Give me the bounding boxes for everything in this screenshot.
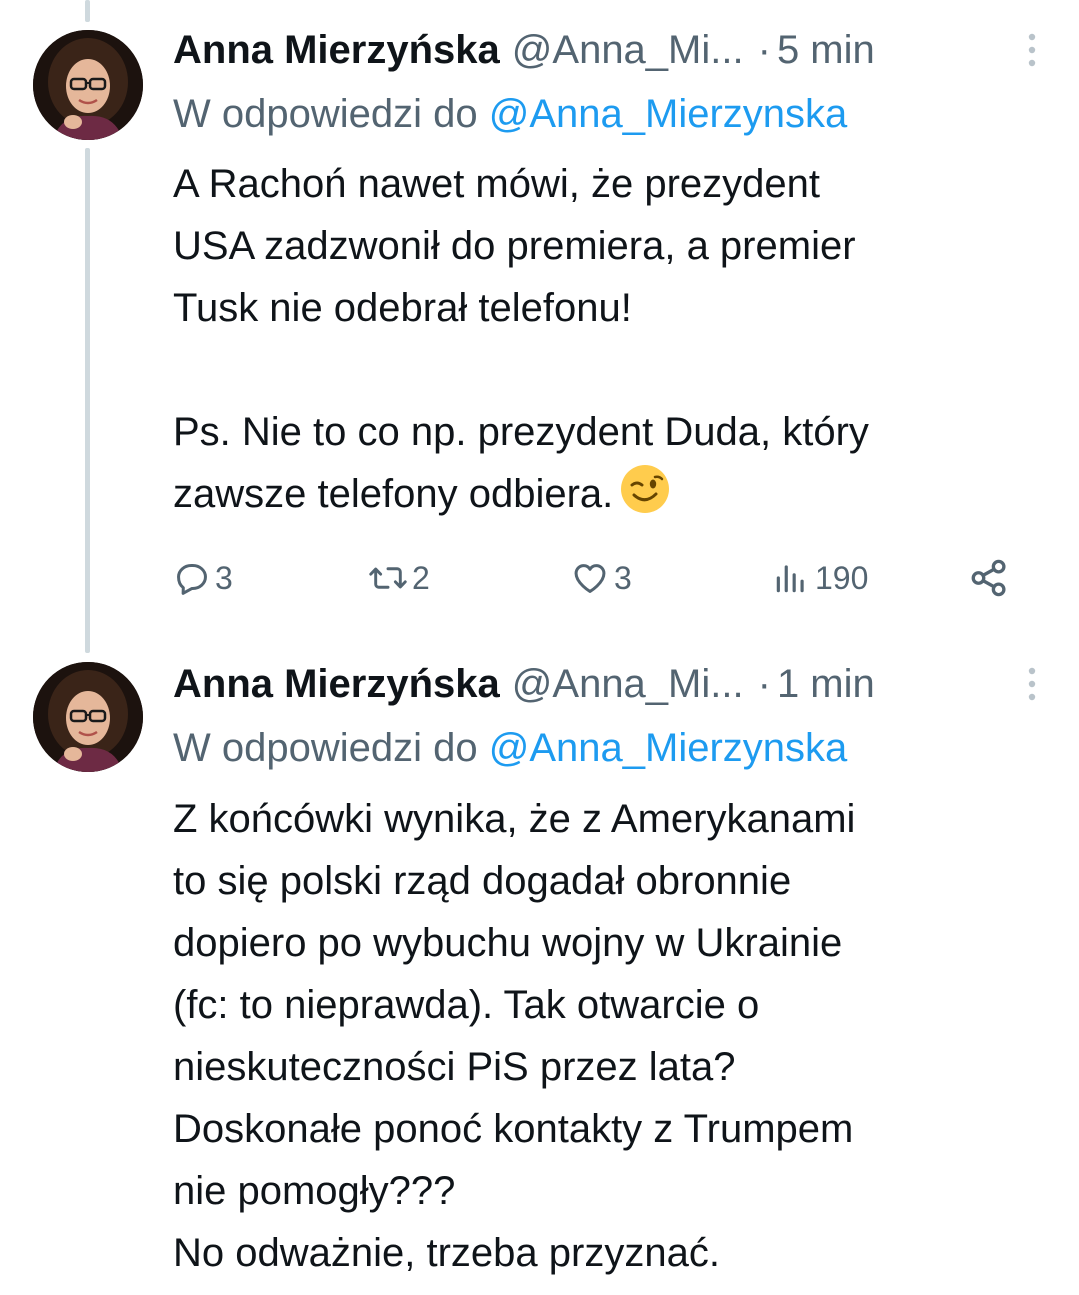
reply-mention-link[interactable]: @Anna_Mierzynska	[489, 726, 848, 770]
tweet-text-line: to się polski rząd dogadał obronnie	[173, 859, 792, 903]
author-name[interactable]: Anna Mierzyńska	[173, 662, 500, 707]
like-count: 3	[614, 559, 632, 596]
separator-dot: ·	[757, 661, 771, 706]
tweet-1[interactable]: Anna Mierzyńska @Anna_Mi... · 5 min W od…	[0, 0, 1079, 650]
timestamp[interactable]: 1 min	[777, 662, 875, 707]
vertical-dots-icon[interactable]	[1017, 22, 1047, 78]
reply-mention-link[interactable]: @Anna_Mierzynska	[489, 92, 848, 136]
tweet-text-line: No odważnie, trzeba przyznać.	[173, 1231, 720, 1275]
share-nodes-icon	[971, 559, 1006, 597]
tweet-text-line: nie pomogły???	[173, 1169, 456, 1213]
views-count: 190	[815, 559, 869, 596]
author-handle[interactable]: @Anna_Mi...	[512, 662, 744, 707]
author-name[interactable]: Anna Mierzyńska	[173, 28, 500, 73]
separator-dot: ·	[757, 27, 771, 72]
tweet-text-blank-line	[173, 339, 1043, 401]
tweet-body: A Rachoń nawet mówi, że prezydent USA za…	[173, 153, 1043, 533]
avatar[interactable]	[33, 662, 143, 772]
timestamp[interactable]: 5 min	[777, 28, 875, 73]
bar-chart-icon	[776, 565, 804, 593]
repost-button[interactable]: 2	[368, 550, 430, 606]
reply-prefix: W odpowiedzi do	[173, 726, 478, 770]
tweet-2[interactable]: Anna Mierzyńska @Anna_Mi... · 1 min W od…	[0, 650, 1079, 1295]
tweet-header: Anna Mierzyńska @Anna_Mi... · 5 min	[173, 22, 1059, 78]
tweet-text-line: USA zadzwonił do premiera, a premier	[173, 224, 856, 268]
views-button[interactable]: 190	[771, 550, 868, 606]
reply-prefix: W odpowiedzi do	[173, 92, 478, 136]
winking-face-emoji-icon	[619, 463, 671, 533]
heart-icon	[574, 564, 606, 593]
like-button[interactable]: 3	[570, 550, 632, 606]
reply-button[interactable]: 3	[173, 550, 233, 606]
tweet-text-line-with-emoji: zawsze telefony odbiera.	[173, 463, 1043, 533]
reply-context: W odpowiedzi do @Anna_Mierzynska	[173, 92, 847, 137]
avatar[interactable]	[33, 30, 143, 140]
reply-context: W odpowiedzi do @Anna_Mierzynska	[173, 726, 847, 771]
tweet-text-line: Tusk nie odebrał telefonu!	[173, 286, 632, 330]
vertical-dots-icon[interactable]	[1017, 656, 1047, 712]
speech-bubble-icon	[177, 563, 207, 595]
tweet-text-line: Z końcówki wynika, że z Amerykanami	[173, 797, 856, 841]
tweet-text-line: A Rachoń nawet mówi, że prezydent	[173, 162, 821, 206]
tweet-body: Z końcówki wynika, że z Amerykanami to s…	[173, 788, 1043, 1284]
tweet-text-line: Doskonałe ponoć kontakty z Trumpem	[173, 1107, 854, 1151]
tweet-text-line: dopiero po wybuchu wojny w Ukrainie	[173, 921, 843, 965]
tweet-text-line: nieskuteczności PiS przez lata?	[173, 1045, 736, 1089]
tweet-text-line: Ps. Nie to co np. prezydent Duda, który	[173, 410, 869, 454]
reply-count: 3	[215, 559, 233, 596]
repost-arrows-icon	[369, 567, 407, 589]
share-button[interactable]	[968, 550, 1014, 606]
tweet-text-line: zawsze telefony odbiera.	[173, 472, 614, 516]
tweet-text-line: (fc: to nieprawda). Tak otwarcie o	[173, 983, 760, 1027]
repost-count: 2	[412, 559, 430, 596]
tweet-actions: 3 2 3 190	[173, 550, 1023, 606]
tweet-header: Anna Mierzyńska @Anna_Mi... · 1 min	[173, 656, 1059, 712]
author-handle[interactable]: @Anna_Mi...	[512, 28, 744, 73]
